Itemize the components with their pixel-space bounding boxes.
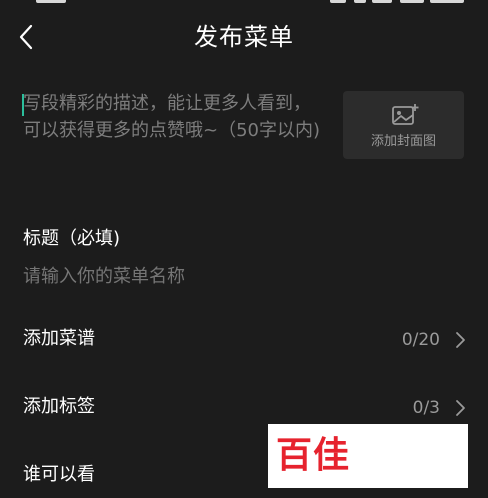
- navigation-bar: 发布菜单: [0, 10, 488, 66]
- title-field-label: 标题（必填): [23, 228, 121, 249]
- add-tag-label: 添加标签: [23, 396, 95, 417]
- add-recipe-row[interactable]: 添加菜谱 0/20: [0, 314, 488, 362]
- menu-name-input[interactable]: [23, 262, 443, 290]
- add-cover-label: 添加封面图: [370, 134, 436, 149]
- add-tag-row[interactable]: 添加标签 0/3: [0, 382, 488, 430]
- add-cover-button[interactable]: 添加封面图: [343, 91, 464, 159]
- status-bar: [0, 0, 488, 6]
- visibility-label: 谁可以看: [23, 464, 95, 485]
- add-image-icon: [392, 104, 419, 125]
- description-input[interactable]: 写段精彩的描述，能让更多人看到，可以获得更多的点赞哦~（50字以内): [23, 90, 323, 144]
- watermark-text: 百佳: [276, 435, 351, 476]
- add-recipe-label: 添加菜谱: [23, 328, 95, 349]
- page-title: 发布菜单: [194, 23, 294, 51]
- tag-count: 0/3: [412, 398, 440, 418]
- recipe-count: 0/20: [401, 330, 440, 350]
- chevron-right-icon: [456, 332, 465, 348]
- watermark-logo: 百佳: [268, 424, 468, 488]
- chevron-right-icon: [456, 400, 465, 416]
